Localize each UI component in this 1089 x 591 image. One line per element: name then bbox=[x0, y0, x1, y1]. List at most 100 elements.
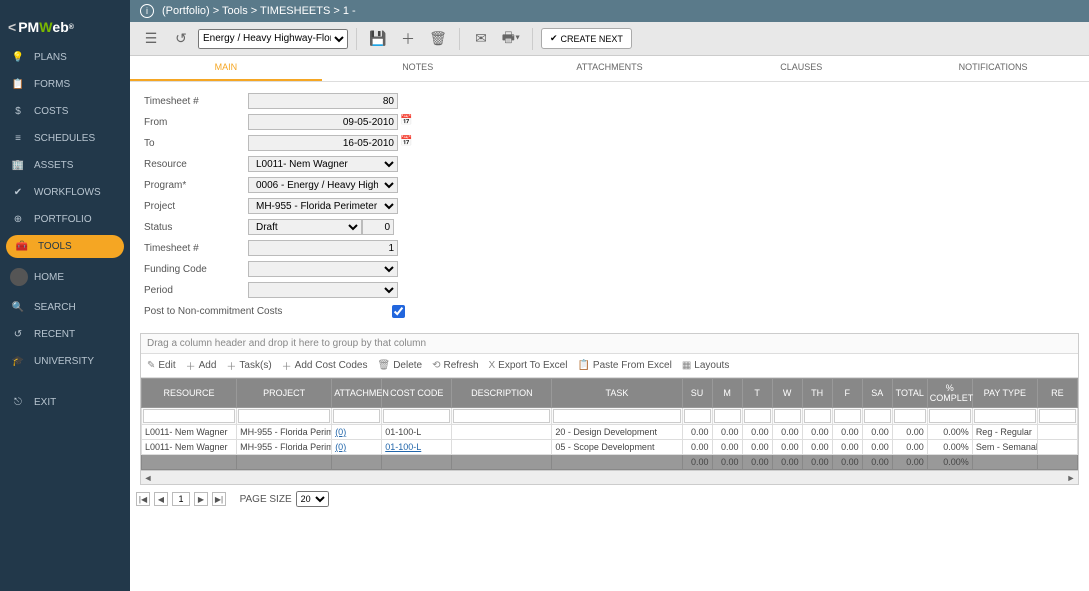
filter-input[interactable] bbox=[974, 409, 1036, 423]
filter-input[interactable] bbox=[383, 409, 450, 423]
col-f[interactable]: F bbox=[832, 379, 862, 408]
label-program: Program* bbox=[144, 180, 248, 191]
filter-input[interactable] bbox=[864, 409, 891, 423]
filter-input[interactable] bbox=[774, 409, 801, 423]
filter-input[interactable] bbox=[834, 409, 861, 423]
filter-input[interactable] bbox=[553, 409, 680, 423]
col-complet[interactable]: % COMPLET bbox=[927, 379, 972, 408]
project-field[interactable]: MH-955 - Florida Perimeter Highway bbox=[248, 198, 398, 214]
table-row[interactable]: L0011- Nem WagnerMH-955 - Florida Perimi… bbox=[142, 425, 1078, 440]
filter-input[interactable] bbox=[744, 409, 771, 423]
tab-notifications[interactable]: NOTIFICATIONS bbox=[897, 56, 1089, 81]
sidebar-item-workflows[interactable]: ✔WORKFLOWS bbox=[0, 179, 130, 206]
calendar-icon[interactable]: 📅 bbox=[400, 115, 414, 129]
grid-layouts[interactable]: ▦Layouts bbox=[682, 358, 729, 373]
pager-prev[interactable]: ◀ bbox=[154, 492, 168, 506]
pager-next[interactable]: ▶ bbox=[194, 492, 208, 506]
col-attachmen[interactable]: ATTACHMEN bbox=[332, 379, 382, 408]
filter-input[interactable] bbox=[894, 409, 926, 423]
col-w[interactable]: W bbox=[772, 379, 802, 408]
sidebar-icon: ⎋ bbox=[10, 397, 26, 408]
list-icon[interactable]: ☰ bbox=[138, 26, 164, 52]
horizontal-scrollbar[interactable]: ◄► bbox=[141, 470, 1078, 484]
calendar-icon[interactable]: 📅 bbox=[400, 136, 414, 150]
filter-input[interactable] bbox=[684, 409, 711, 423]
delete-icon[interactable]: 🗑 bbox=[425, 26, 451, 52]
funding-field[interactable] bbox=[248, 261, 398, 277]
program-field[interactable]: 0006 - Energy / Heavy Highway bbox=[248, 177, 398, 193]
col-costcode[interactable]: COST CODE bbox=[382, 379, 452, 408]
col-task[interactable]: TASK bbox=[552, 379, 682, 408]
pager-first[interactable]: |◀ bbox=[136, 492, 150, 506]
resource-field[interactable]: L0011- Nem Wagner bbox=[248, 156, 398, 172]
print-icon[interactable]: 🖶▾ bbox=[498, 26, 524, 52]
col-description[interactable]: DESCRIPTION bbox=[452, 379, 552, 408]
col-total[interactable]: TOTAL bbox=[892, 379, 927, 408]
grid-add[interactable]: ＋Add bbox=[186, 358, 217, 373]
sidebar-item-search[interactable]: 🔍SEARCH bbox=[0, 294, 130, 321]
pager-last[interactable]: ▶| bbox=[212, 492, 226, 506]
history-icon[interactable]: ↺ bbox=[168, 26, 194, 52]
label-to: To bbox=[144, 138, 248, 149]
tab-main[interactable]: MAIN bbox=[130, 56, 322, 81]
add-icon[interactable]: ＋ bbox=[395, 26, 421, 52]
timesheet-no-field[interactable] bbox=[248, 93, 398, 109]
status-field[interactable]: Draft bbox=[248, 219, 362, 235]
col-sa[interactable]: SA bbox=[862, 379, 892, 408]
pager-page[interactable] bbox=[172, 492, 190, 506]
grid-delete[interactable]: 🗑Delete bbox=[377, 358, 422, 373]
grid-tasks[interactable]: ＋Task(s) bbox=[226, 358, 271, 373]
filter-input[interactable] bbox=[714, 409, 741, 423]
filter-input[interactable] bbox=[804, 409, 831, 423]
col-paytype[interactable]: PAY TYPE bbox=[972, 379, 1037, 408]
grid-paste[interactable]: 📋Paste From Excel bbox=[577, 358, 671, 373]
filter-input[interactable] bbox=[238, 409, 330, 423]
grid-addcc[interactable]: ＋Add Cost Codes bbox=[282, 358, 368, 373]
col-m[interactable]: M bbox=[712, 379, 742, 408]
filter-input[interactable] bbox=[333, 409, 380, 423]
filter-input[interactable] bbox=[1039, 409, 1076, 423]
to-field[interactable] bbox=[248, 135, 398, 151]
sidebar-item-home[interactable]: HOME bbox=[0, 260, 130, 294]
sidebar-icon: ✔ bbox=[10, 187, 26, 198]
mail-icon[interactable]: ✉ bbox=[468, 26, 494, 52]
save-icon[interactable]: 💾 bbox=[365, 26, 391, 52]
record-selector[interactable]: Energy / Heavy Highway-Florida Peri… bbox=[198, 29, 348, 49]
sidebar-item-recent[interactable]: ↺RECENT bbox=[0, 321, 130, 348]
filter-input[interactable] bbox=[143, 409, 235, 423]
col-re[interactable]: RE bbox=[1037, 379, 1077, 408]
sidebar-item-forms[interactable]: 📋FORMS bbox=[0, 71, 130, 98]
col-th[interactable]: TH bbox=[802, 379, 832, 408]
tab-attachments[interactable]: ATTACHMENTS bbox=[514, 56, 706, 81]
from-field[interactable] bbox=[248, 114, 398, 130]
col-su[interactable]: SU bbox=[682, 379, 712, 408]
page-size-select[interactable]: 20 bbox=[296, 491, 329, 507]
filter-input[interactable] bbox=[453, 409, 550, 423]
sidebar-item-plans[interactable]: 💡PLANS bbox=[0, 44, 130, 71]
col-resource[interactable]: RESOURCE bbox=[142, 379, 237, 408]
sidebar-item-university[interactable]: 🎓UNIVERSITY bbox=[0, 348, 130, 375]
col-project[interactable]: PROJECT bbox=[237, 379, 332, 408]
filter-input[interactable] bbox=[929, 409, 971, 423]
sidebar-item-schedules[interactable]: ≡SCHEDULES bbox=[0, 125, 130, 152]
grid-refresh[interactable]: ⟲Refresh bbox=[432, 358, 478, 373]
grid-edit[interactable]: ✎Edit bbox=[147, 358, 176, 373]
sidebar-item-tools[interactable]: 🧰TOOLS bbox=[6, 235, 124, 258]
breadcrumb: (Portfolio) > Tools > TIMESHEETS > 1 - bbox=[162, 5, 356, 17]
status-value[interactable] bbox=[362, 219, 394, 235]
sidebar-icon: 🎓 bbox=[10, 356, 26, 367]
grid-export[interactable]: XExport To Excel bbox=[489, 358, 568, 373]
sidebar-item-costs[interactable]: $COSTS bbox=[0, 98, 130, 125]
tab-notes[interactable]: NOTES bbox=[322, 56, 514, 81]
create-next-button[interactable]: ✔ CREATE NEXT bbox=[541, 28, 632, 49]
table-row[interactable]: L0011- Nem WagnerMH-955 - Florida Perimi… bbox=[142, 440, 1078, 455]
timesheet-no2-field[interactable] bbox=[248, 240, 398, 256]
post-checkbox[interactable] bbox=[392, 305, 405, 318]
sidebar-item-exit[interactable]: ⎋EXIT bbox=[0, 389, 130, 416]
tab-clauses[interactable]: CLAUSES bbox=[705, 56, 897, 81]
col-t[interactable]: T bbox=[742, 379, 772, 408]
sidebar-item-portfolio[interactable]: ⊕PORTFOLIO bbox=[0, 206, 130, 233]
period-field[interactable] bbox=[248, 282, 398, 298]
info-icon[interactable]: i bbox=[140, 4, 154, 18]
sidebar-item-assets[interactable]: 🏢ASSETS bbox=[0, 152, 130, 179]
